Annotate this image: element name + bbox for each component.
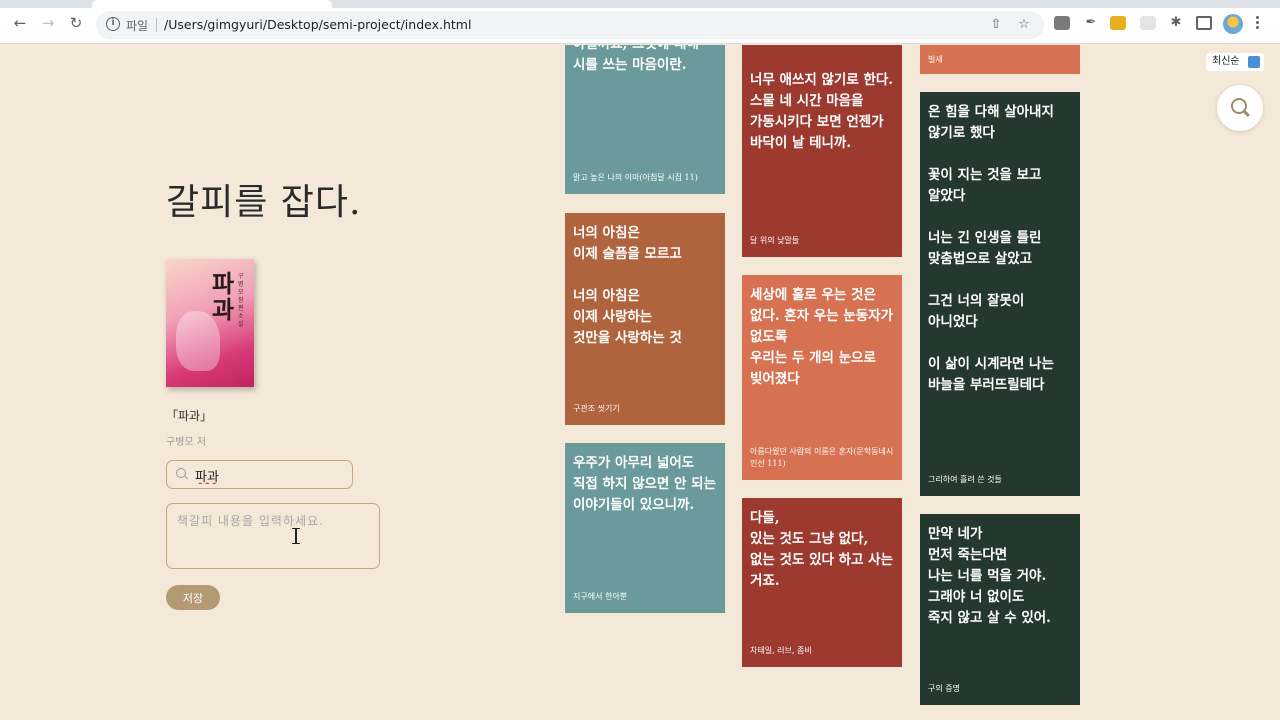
book-search-input[interactable] [195, 466, 345, 484]
bookmark-card[interactable]: 안 고생이 될 테니까. 너무 애쓰지 않기로 한다. 스물 네 시간 마음을 … [742, 45, 902, 257]
eyedropper-icon[interactable]: ✒ [1083, 16, 1099, 30]
text-cursor-icon [292, 528, 300, 544]
search-icon [1231, 98, 1251, 118]
bookmark-card[interactable]: 아닐까요, 그것에 대해 시를 쓰는 마음이란. 맑고 높은 나의 이마(아침달… [565, 45, 725, 194]
save-button[interactable]: 저장 [166, 585, 220, 610]
bookmark-card[interactable]: 온 힘을 다해 살아내지 않기로 했다 꽃이 지는 것을 보고 알았다 너는 긴… [920, 92, 1080, 496]
search-icon [176, 468, 188, 480]
browser-chrome: ← → ↻ i 파일 /Users/gimgyuri/Desktop/semi-… [0, 0, 1280, 44]
url-separator [156, 18, 157, 32]
card-source: 구의 증명 [928, 684, 960, 693]
search-fab-button[interactable] [1217, 85, 1263, 131]
sort-toggle-icon [1248, 56, 1260, 68]
profile-avatar[interactable] [1223, 14, 1243, 34]
book-name: 「파과」 [166, 409, 213, 423]
bookmark-card[interactable]: 빌새 [920, 45, 1080, 74]
card-source: 맑고 높은 나의 이마(아침달 시집 11) [573, 173, 698, 182]
card-source: 그리하여 흘려 쓴 것들 [928, 475, 1002, 484]
extension-blank-icon[interactable] [1140, 16, 1156, 30]
card-source: 빌새 [928, 55, 943, 64]
card-text: 온 힘을 다해 살아내지 않기로 했다 꽃이 지는 것을 보고 알았다 너는 긴… [928, 104, 1054, 393]
back-icon[interactable]: ← [12, 15, 28, 31]
card-text: 안 고생이 될 테니까. 너무 애쓰지 않기로 한다. 스물 네 시간 마음을 … [750, 45, 893, 151]
book-author: 구병모 저 [166, 437, 206, 448]
active-tab[interactable] [92, 0, 332, 8]
book-cover: 파과 구병모 장편소설 [166, 259, 254, 387]
card-source: 아름다웠던 사람의 이름은 혼자(문학동네시인선 111) [750, 447, 894, 468]
card-source: 지구에서 한아뿐 [573, 592, 628, 601]
sidepanel-icon[interactable] [1196, 16, 1212, 30]
puzzle-icon[interactable]: ✱ [1168, 16, 1184, 30]
card-text: 만약 네가 먼저 죽는다면 나는 너를 먹을 거야. 그래야 너 없이도 죽지 … [928, 526, 1051, 626]
page-content: 갈피를 잡다. 파과 구병모 장편소설 「파과」 구병모 저 저장 아닐까요, … [0, 45, 1280, 720]
bookmark-card[interactable]: 우주가 아무리 넓어도 직접 하지 않으면 안 되는 이야기들이 있으니까. 지… [565, 443, 725, 613]
bookmark-card[interactable]: 다들, 있는 것도 그냥 없다, 없는 것도 있다 하고 사는 거죠. 차태일,… [742, 498, 902, 667]
bookmark-card[interactable]: 세상에 홀로 우는 것은 없다. 혼자 우는 눈동자가 없도록 우리는 두 개의… [742, 275, 902, 480]
card-text: 너의 아침은 이제 슬픔을 모르고 너의 아침은 이제 사랑하는 것만을 사랑하… [573, 225, 682, 346]
share-icon[interactable]: ⇧ [988, 17, 1004, 33]
bookmark-card[interactable]: 만약 네가 먼저 죽는다면 나는 너를 먹을 거야. 그래야 너 없이도 죽지 … [920, 514, 1080, 705]
bookmark-star-icon[interactable]: ☆ [1016, 17, 1032, 33]
card-source: 달 위의 낮말들 [750, 236, 800, 245]
address-bar[interactable]: i 파일 /Users/gimgyuri/Desktop/semi-projec… [96, 11, 1044, 39]
card-text: 세상에 홀로 우는 것은 없다. 혼자 우는 눈동자가 없도록 우리는 두 개의… [750, 287, 893, 387]
bookmark-card[interactable]: 너의 아침은 이제 슬픔을 모르고 너의 아침은 이제 사랑하는 것만을 사랑하… [565, 213, 725, 425]
card-source: 차태일, 러브, 좀비 [750, 646, 812, 655]
extension-folder-icon[interactable] [1110, 16, 1126, 30]
card-text: 아닐까요, 그것에 대해 시를 쓰는 마음이란. [573, 45, 699, 73]
book-cover-title: 파과 [212, 269, 235, 324]
url-text[interactable]: /Users/gimgyuri/Desktop/semi-project/ind… [164, 17, 471, 32]
sort-label: 최신순 [1212, 56, 1240, 67]
book-search-box[interactable] [166, 460, 353, 489]
bookmark-memo-input[interactable] [166, 503, 380, 569]
extension-icon[interactable] [1054, 16, 1070, 30]
info-icon[interactable]: i [106, 17, 120, 31]
forward-icon[interactable]: → [40, 15, 56, 31]
card-source: 구관조 씻기기 [573, 404, 620, 413]
sort-button[interactable]: 최신순 [1206, 53, 1264, 71]
menu-dots-icon[interactable] [1254, 14, 1260, 32]
tab-strip [0, 0, 1280, 8]
card-text: 우주가 아무리 넓어도 직접 하지 않으면 안 되는 이야기들이 있으니까. [573, 455, 721, 513]
page-title: 갈피를 잡다. [166, 182, 362, 223]
card-text: 다들, 있는 것도 그냥 없다, 없는 것도 있다 하고 사는 거죠. [750, 510, 893, 589]
url-scheme-label: 파일 [126, 19, 149, 33]
book-cover-author: 구병모 장편소설 [238, 273, 244, 328]
reload-icon[interactable]: ↻ [68, 15, 84, 31]
